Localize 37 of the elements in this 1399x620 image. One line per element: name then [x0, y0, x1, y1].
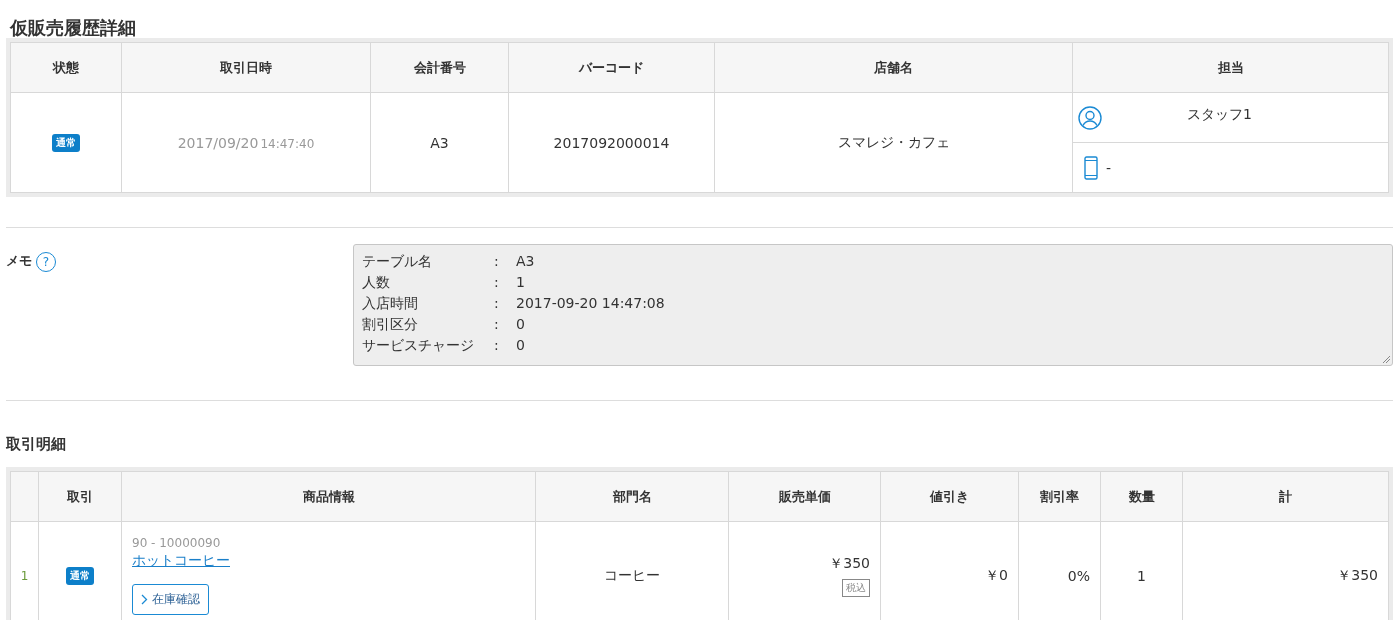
column-header: 計	[1279, 488, 1292, 504]
smartphone-icon	[1084, 155, 1098, 180]
product-code: 90 - 10000090	[132, 536, 222, 550]
table-cell: 2017092000014	[508, 92, 715, 193]
column-header: 部門名	[612, 488, 652, 504]
stock-check-button[interactable]: 在庫確認	[132, 584, 209, 615]
product-link[interactable]: ホットコーヒー	[132, 552, 230, 568]
table-cell: A3	[370, 92, 509, 193]
device-name: -	[1106, 159, 1112, 176]
section-title: 取引明細	[6, 434, 67, 455]
memo-field[interactable]: テーブル名 : A3 人数 : 1 入店時間 : 2017-09-20 14:47:08 割引区分 : 0 サービスチャージ : 0	[353, 244, 1393, 366]
column-header: 取引日時	[121, 42, 371, 93]
unit-price: ￥350	[828, 554, 870, 573]
person-icon	[1078, 105, 1102, 130]
status-badge: 通常	[66, 567, 94, 585]
tax-tag: 税込	[842, 578, 870, 597]
column-header: 数量	[1128, 488, 1155, 504]
table-cell: スマレジ・カフェ	[714, 92, 1073, 193]
status-badge: 通常	[52, 134, 80, 152]
resize-grip-icon[interactable]	[1382, 355, 1390, 363]
column-header: 会計番号	[370, 42, 509, 93]
chevron-icon	[141, 594, 148, 605]
page-title: 仮販売履歴詳細	[8, 16, 137, 38]
column-header: 値引き	[930, 488, 969, 504]
transaction-time: 14:47:40	[260, 136, 315, 151]
column-header: 販売単価	[778, 488, 831, 504]
row-number: 1	[10, 521, 39, 620]
column-header: 店舗名	[714, 42, 1073, 93]
column-header: 商品情報	[302, 488, 355, 504]
staff-name: スタッフ1	[1186, 105, 1253, 124]
column-header: 担当	[1072, 42, 1389, 93]
column-header: 状態	[10, 42, 122, 93]
transaction-date: 2017/09/20	[177, 134, 259, 151]
column-header: 取引	[67, 488, 93, 504]
column-header: バーコード	[508, 42, 715, 93]
column-header: 割引率	[1040, 488, 1079, 504]
memo-label: メモ	[6, 252, 32, 270]
